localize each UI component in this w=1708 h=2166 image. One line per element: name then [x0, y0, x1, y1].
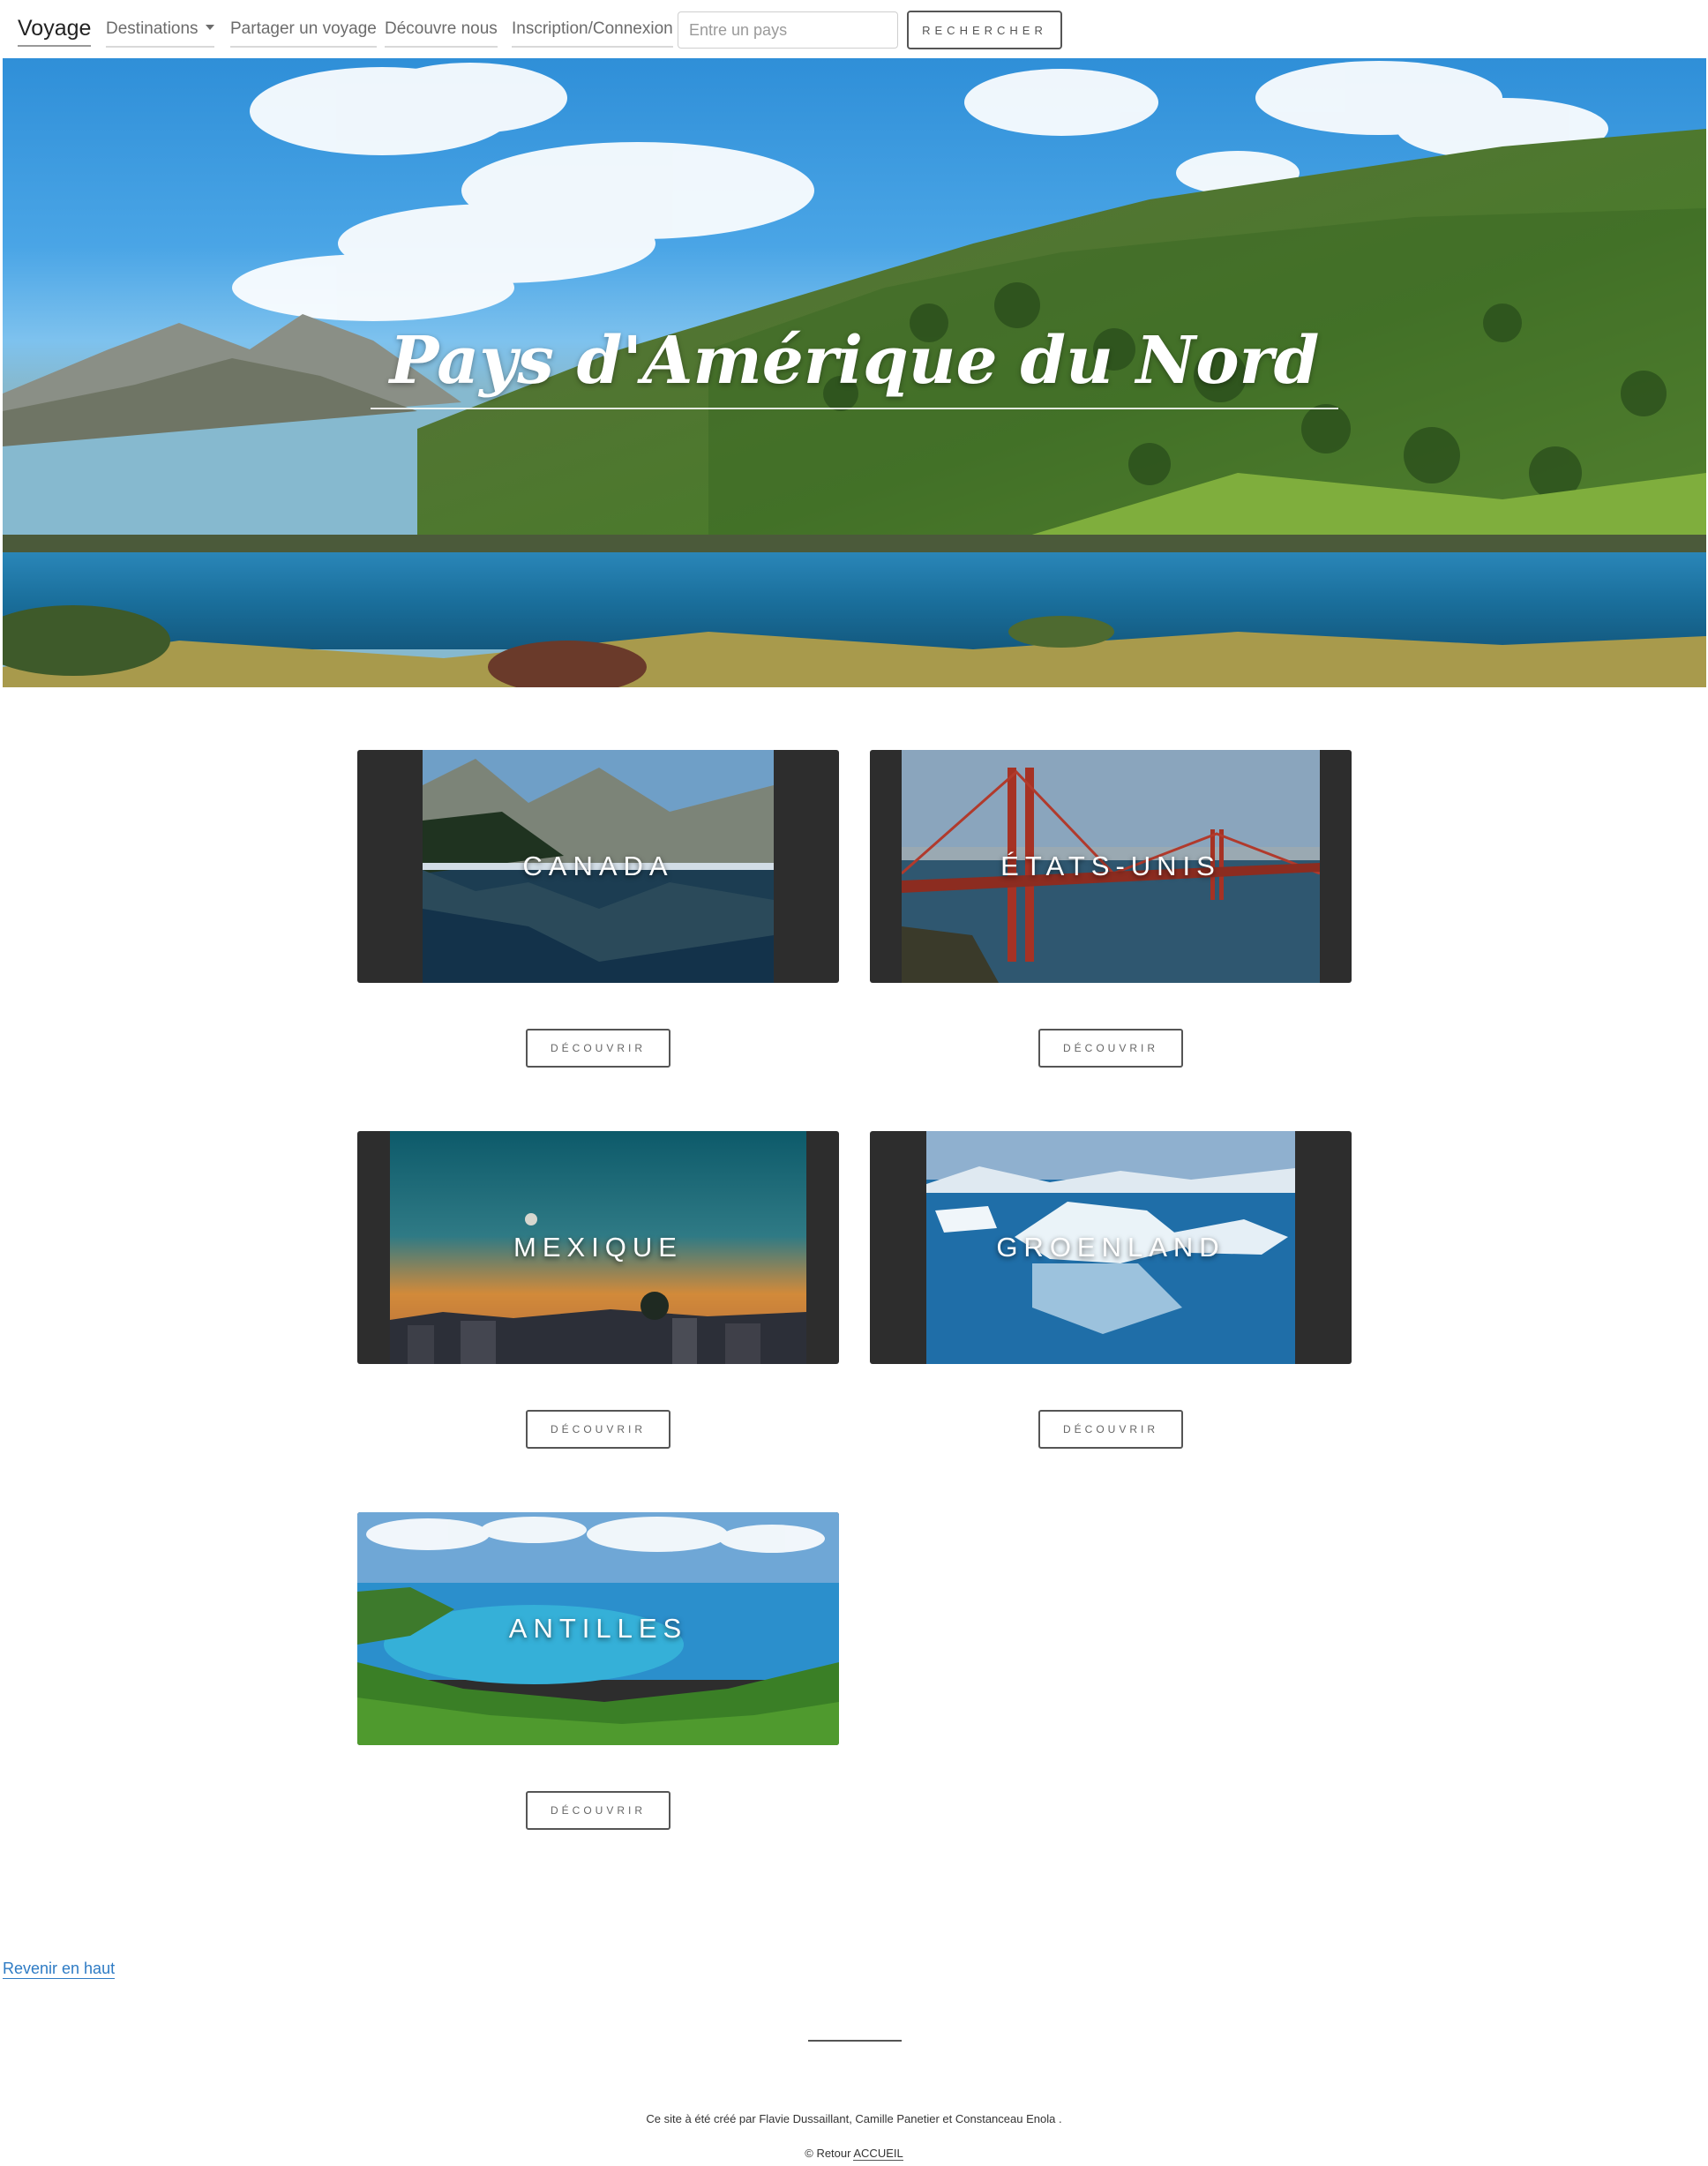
credits-text: Ce site à été créé par Flavie Dussaillan…	[646, 2112, 1062, 2125]
nav-share-trip[interactable]: Partager un voyage	[230, 19, 377, 48]
nav-destinations-dropdown[interactable]: Destinations	[106, 19, 214, 48]
discover-button-groenland[interactable]: Découvrir	[1038, 1410, 1183, 1449]
card-title: Canada	[522, 851, 674, 881]
nav-login-signup[interactable]: Inscription/Connexion	[512, 19, 673, 48]
copyright-prefix: © Retour	[805, 2147, 851, 2160]
back-to-top-link[interactable]: Revenir en haut	[3, 1960, 116, 1979]
nav-destinations-label: Destinations	[106, 19, 199, 38]
country-card-groenland[interactable]: Groenland	[870, 1131, 1352, 1364]
card-title: États-Unis	[1000, 851, 1221, 881]
discover-button-mexique[interactable]: Découvrir	[526, 1410, 670, 1449]
country-card-canada[interactable]: Canada	[357, 750, 839, 983]
copyright-text: © Retour ACCUEIL	[0, 2147, 1708, 2161]
page-title: Pays d'Amérique du Nord	[370, 323, 1339, 409]
card-title: Mexique	[513, 1232, 683, 1263]
card-title: Antilles	[508, 1613, 688, 1644]
hero-banner: Pays d'Amérique du Nord	[3, 58, 1706, 687]
navbar: Voyage Destinations Partager un voyage D…	[0, 0, 1708, 58]
country-card-etats-unis[interactable]: États-Unis	[870, 750, 1352, 983]
nav-about-us[interactable]: Découvre nous	[385, 19, 498, 48]
footer-divider	[808, 2040, 902, 2042]
discover-button-etats-unis[interactable]: Découvrir	[1038, 1029, 1183, 1068]
brand-link[interactable]: Voyage	[18, 16, 92, 47]
discover-button-antilles[interactable]: Découvrir	[526, 1791, 670, 1830]
search-button[interactable]: Rechercher	[907, 11, 1062, 49]
card-title: Groenland	[996, 1232, 1225, 1263]
home-link[interactable]: ACCUEIL	[853, 2147, 903, 2161]
country-card-mexique[interactable]: Mexique	[357, 1131, 839, 1364]
chevron-down-icon	[205, 25, 214, 30]
search-input[interactable]	[678, 11, 898, 49]
country-card-antilles[interactable]: Antilles	[357, 1512, 839, 1745]
discover-button-canada[interactable]: Découvrir	[526, 1029, 670, 1068]
